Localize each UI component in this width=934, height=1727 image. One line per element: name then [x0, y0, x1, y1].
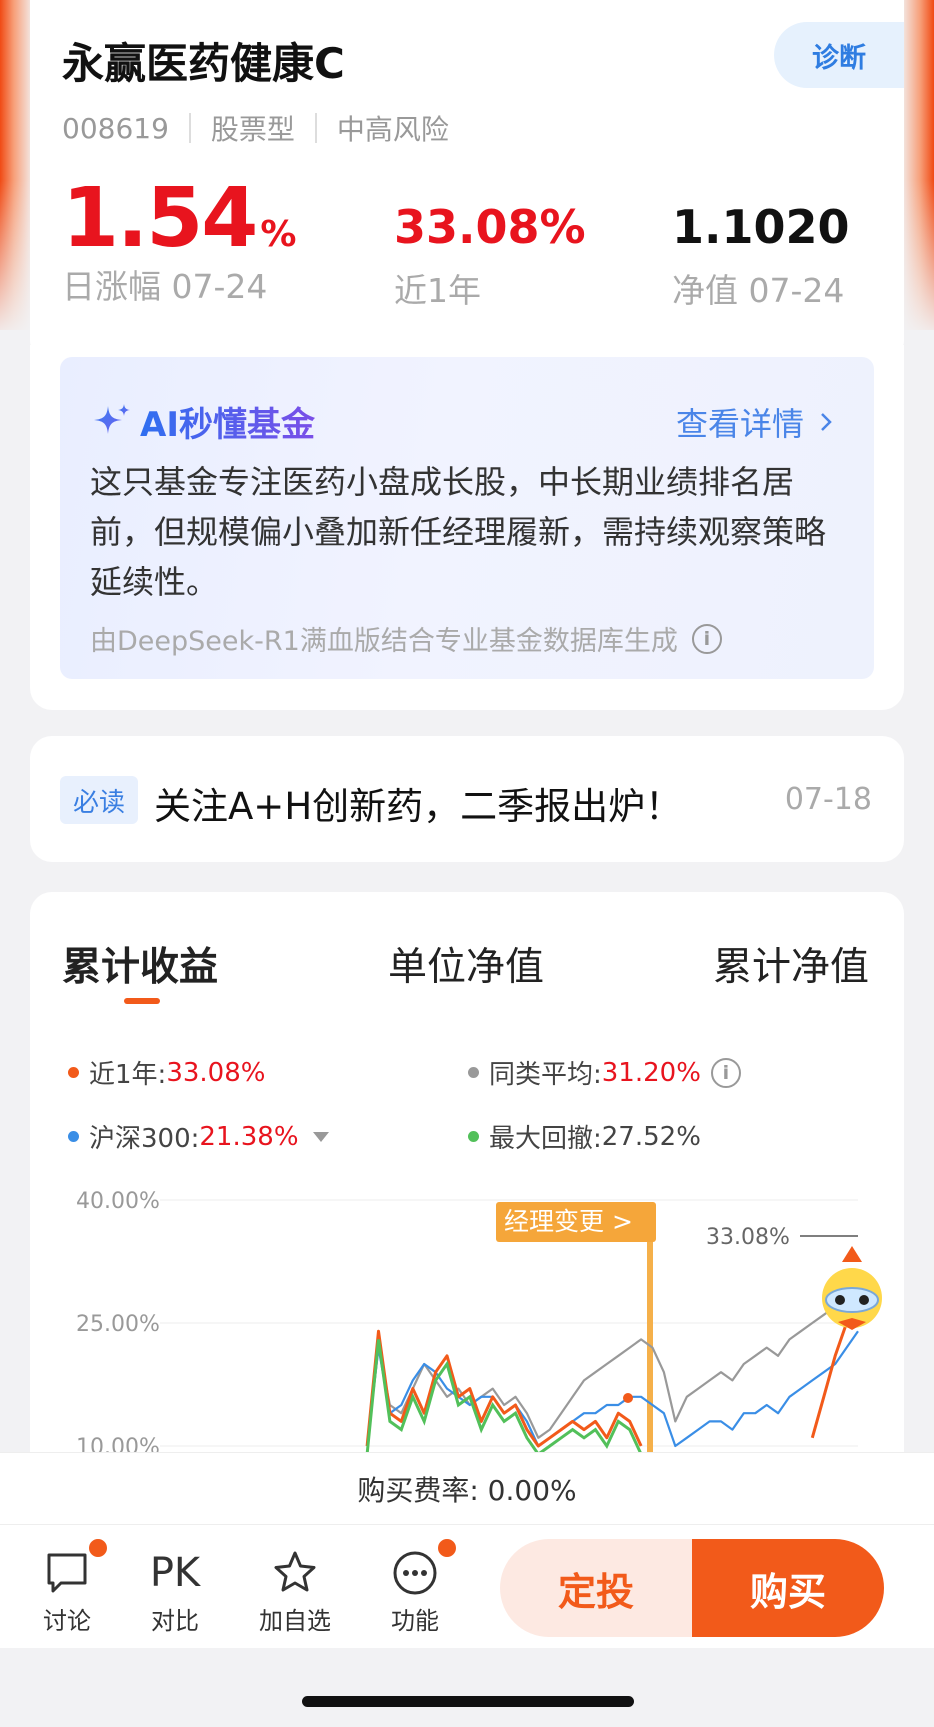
legend-peer: 同类平均: 31.20% i: [468, 1054, 741, 1091]
nav-discuss[interactable]: 讨论: [22, 1537, 112, 1636]
fund-meta: 008619 股票型 中高风险: [62, 108, 449, 148]
nav-value: 1.1020: [672, 200, 850, 254]
legend-peer-value: 31.20%: [601, 1057, 701, 1088]
daily-change-unit: %: [260, 214, 296, 255]
active-tab-indicator: [124, 998, 160, 1004]
y-tick-label: 10.00%: [76, 1435, 160, 1452]
legend-peer-label: 同类平均:: [489, 1060, 602, 1090]
legend-drawdown-label: 最大回撤:: [489, 1124, 602, 1154]
must-read-tag: 必读: [60, 776, 138, 824]
fund-header-card: 永赢医药健康C 诊断 008619 股票型 中高风险 1.54% 日涨幅 07-…: [30, 0, 904, 355]
news-date: 07-18: [784, 782, 872, 817]
divider: [314, 113, 317, 143]
daily-change-label: 日涨幅 07-24: [62, 267, 268, 306]
year-return-stat: 33.08% 近1年: [394, 204, 586, 312]
diagnose-button[interactable]: 诊断: [774, 22, 904, 88]
ai-summary-text: 这只基金专注医药小盘成长股，中长期业绩排名居前，但规模偏小叠加新任经理履新，需持…: [90, 463, 827, 601]
tab-unit-nav[interactable]: 单位净值: [388, 936, 544, 992]
news-card[interactable]: 必读 关注A+H创新药，二季报出炉！ 07-18: [30, 736, 904, 862]
divider: [188, 113, 191, 143]
y-tick-label: 40.00%: [76, 1189, 160, 1214]
star-icon: [274, 1551, 316, 1592]
legend-dot: [468, 1067, 479, 1078]
nav-watchlist[interactable]: 加自选: [250, 1545, 340, 1636]
nav-functions-label: 功能: [391, 1607, 439, 1635]
legend-dot: [68, 1131, 79, 1142]
nav-watchlist-label: 加自选: [259, 1607, 331, 1635]
legend-dot: [468, 1131, 479, 1142]
mascot-eye: [835, 1295, 845, 1305]
legend-fund-value: 33.08%: [166, 1057, 266, 1088]
purchase-fee-bar: 购买费率: 0.00%: [0, 1452, 934, 1524]
mascot-hat: [842, 1246, 862, 1262]
notification-dot: [436, 1537, 458, 1559]
legend-drawdown: 最大回撤: 27.52%: [468, 1118, 701, 1155]
end-value-label: 33.08%: [706, 1225, 790, 1250]
legend-hs300[interactable]: 沪深300: 21.38%: [68, 1118, 329, 1155]
notification-dot: [87, 1537, 109, 1559]
performance-card: 累计收益 单位净值 累计净值 近1年: 33.08% 同类平均: 31.20% …: [30, 892, 904, 1452]
nav-stat: 1.1020 净值 07-24: [672, 204, 850, 312]
fund-type: 股票型: [210, 113, 295, 146]
legend-fund: 近1年: 33.08%: [68, 1054, 265, 1091]
ai-summary-card: AI秒懂基金 查看详情 这只基金专注医药小盘成长股，中长期业绩排名居前，但规模偏…: [30, 345, 904, 710]
y-tick-label: 25.00%: [76, 1312, 160, 1337]
ai-footer: 由DeepSeek-R1满血版结合专业基金数据库生成 i: [90, 619, 722, 658]
legend-dot: [68, 1067, 79, 1078]
dropdown-caret-icon: [312, 1131, 329, 1142]
tab-cumulative-return[interactable]: 累计收益: [62, 936, 218, 992]
highlight-dot: [623, 1393, 633, 1403]
legend-fund-label: 近1年:: [89, 1060, 167, 1090]
return-chart[interactable]: 40.00% 25.00% 10.00% 经理变更 > 33.08%: [30, 1172, 904, 1452]
ai-title: AI秒懂基金: [90, 397, 315, 446]
daily-change-value: 1.54: [62, 171, 258, 266]
ai-detail-link[interactable]: 查看详情: [676, 399, 840, 445]
info-icon[interactable]: i: [710, 1057, 741, 1088]
nav-discuss-label: 讨论: [43, 1607, 91, 1635]
year-return-label: 近1年: [394, 271, 481, 310]
fund-code: 008619: [62, 111, 169, 145]
chevron-right-icon: [821, 413, 832, 431]
pk-icon: PK: [150, 1545, 200, 1601]
pk-icon-text: PK: [149, 1550, 201, 1596]
daily-change-stat: 1.54% 日涨幅 07-24: [62, 178, 296, 308]
ai-summary-box[interactable]: AI秒懂基金 查看详情 这只基金专注医药小盘成长股，中长期业绩排名居前，但规模偏…: [60, 357, 874, 679]
ai-title-text: AI秒懂基金: [140, 397, 315, 446]
nav-label: 净值 07-24: [672, 271, 845, 310]
bottom-toolbar: 讨论 PK 对比 加自选 功能 定投 购买: [0, 1524, 934, 1648]
home-indicator: [302, 1696, 634, 1707]
sparkle-icon: [94, 403, 130, 434]
more-dots-icon: [393, 1551, 437, 1595]
series-line-drawdown: [365, 1339, 642, 1452]
nav-compare[interactable]: PK 对比: [130, 1545, 220, 1636]
buy-button[interactable]: 购买: [692, 1539, 884, 1637]
sip-button[interactable]: 定投: [500, 1539, 692, 1637]
manager-change-label: 经理变更 >: [504, 1207, 633, 1236]
nav-functions[interactable]: 功能: [370, 1537, 460, 1636]
year-return-value: 33.08%: [394, 200, 586, 254]
mascot-goggles: [825, 1287, 879, 1313]
fund-name: 永赢医药健康C: [62, 39, 345, 88]
news-title: 关注A+H创新药，二季报出炉！: [154, 785, 683, 828]
purchase-fee-text: 购买费率: 0.00%: [357, 1473, 577, 1507]
legend-drawdown-value: 27.52%: [601, 1121, 701, 1152]
tab-cumulative-nav[interactable]: 累计净值: [713, 936, 869, 992]
nav-compare-label: 对比: [151, 1607, 199, 1635]
chat-bubble-icon: [47, 1553, 87, 1593]
info-icon[interactable]: i: [691, 623, 722, 654]
fund-risk: 中高风险: [336, 113, 449, 146]
ai-detail-label: 查看详情: [675, 405, 804, 443]
mascot-eye: [859, 1295, 869, 1305]
legend-hs300-label: 沪深300:: [89, 1124, 200, 1154]
legend-hs300-value: 21.38%: [199, 1121, 299, 1152]
ai-footer-text: 由DeepSeek-R1满血版结合专业基金数据库生成: [90, 626, 678, 657]
